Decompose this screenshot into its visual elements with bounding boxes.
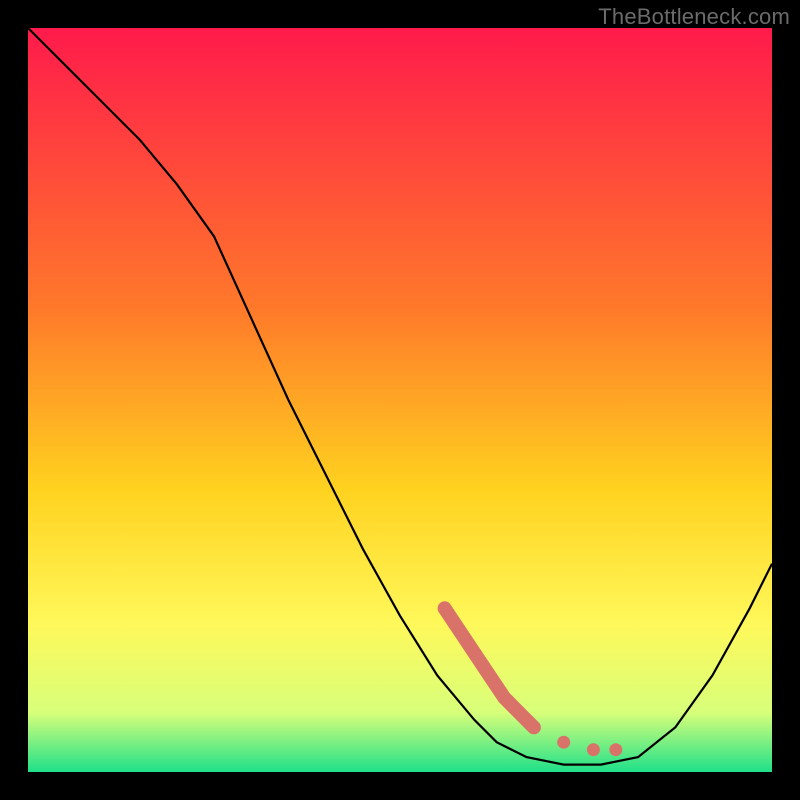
bottleneck-chart — [28, 28, 772, 772]
marker-dot — [527, 721, 540, 734]
watermark-text: TheBottleneck.com — [598, 4, 790, 30]
marker-dot — [587, 743, 600, 756]
marker-dot — [557, 736, 570, 749]
marker-dot — [609, 743, 622, 756]
chart-frame — [28, 28, 772, 772]
